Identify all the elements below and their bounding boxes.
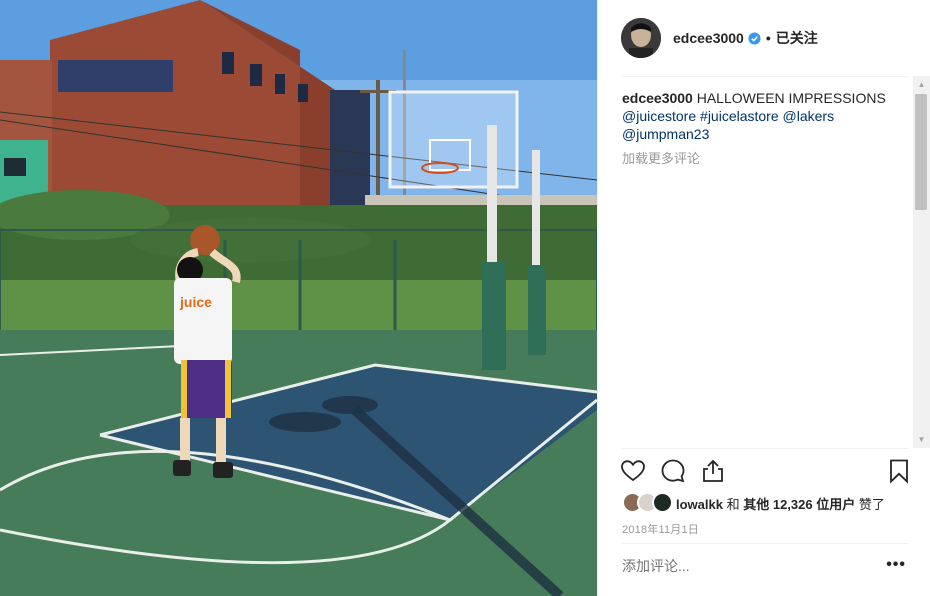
post-side-panel: edcee3000 • 已关注 edcee3000 HALLOWEEN IMPR… bbox=[597, 0, 930, 596]
post-header: edcee3000 • 已关注 bbox=[598, 0, 930, 76]
comments-scrollbar[interactable]: ▲ ▼ bbox=[913, 76, 930, 448]
likes-summary: lowalkk 和 其他 12,326 位用户 赞了 bbox=[622, 491, 885, 515]
liker-username[interactable]: lowalkk bbox=[676, 497, 723, 512]
heart-icon[interactable] bbox=[620, 458, 646, 484]
likes-others-count[interactable]: 其他 12,326 位用户 bbox=[743, 497, 855, 512]
more-options-icon[interactable]: ••• bbox=[886, 556, 906, 574]
liker-avatar[interactable] bbox=[652, 492, 673, 513]
post-photo[interactable]: juice bbox=[0, 0, 597, 596]
post-date[interactable]: 2018年11月1日 bbox=[622, 521, 699, 537]
tag-link[interactable]: #juicelastore bbox=[700, 108, 779, 124]
author-username[interactable]: edcee3000 bbox=[673, 30, 744, 46]
likes-suffix: 赞了 bbox=[858, 496, 885, 512]
scroll-down-arrow-icon[interactable]: ▼ bbox=[913, 431, 930, 448]
caption-text: HALLOWEEN IMPRESSIONS bbox=[696, 90, 886, 106]
tag-link[interactable]: @lakers bbox=[783, 108, 835, 124]
basketball-court-photo: juice bbox=[0, 0, 597, 596]
header-separator: • bbox=[765, 30, 771, 46]
add-comment-input[interactable] bbox=[622, 558, 872, 574]
caption-username[interactable]: edcee3000 bbox=[622, 90, 693, 106]
comment-divider bbox=[622, 543, 908, 544]
header-divider bbox=[622, 76, 908, 77]
follow-status-button[interactable]: 已关注 bbox=[776, 28, 818, 48]
shirt-print-text: juice bbox=[179, 294, 212, 310]
likes-joiner: 和 bbox=[726, 496, 740, 512]
bookmark-icon[interactable] bbox=[886, 458, 912, 484]
liker-avatars bbox=[622, 492, 674, 514]
post-actions-bar bbox=[620, 458, 912, 486]
verified-badge-icon bbox=[748, 31, 761, 45]
scroll-up-arrow-icon[interactable]: ▲ bbox=[913, 76, 930, 93]
comment-icon[interactable] bbox=[660, 458, 686, 484]
scrollbar-thumb[interactable] bbox=[915, 94, 927, 210]
load-more-comments-link[interactable]: 加载更多评论 bbox=[622, 150, 907, 168]
share-icon[interactable] bbox=[700, 458, 726, 484]
tag-link[interactable]: @jumpman23 bbox=[622, 126, 709, 142]
author-avatar[interactable] bbox=[621, 18, 661, 58]
likes-text: lowalkk 和 其他 12,326 位用户 赞了 bbox=[676, 494, 885, 513]
comments-section: edcee3000 HALLOWEEN IMPRESSIONS @juicest… bbox=[622, 89, 907, 168]
tag-link[interactable]: @juicestore bbox=[622, 108, 696, 124]
post-caption: edcee3000 HALLOWEEN IMPRESSIONS @juicest… bbox=[622, 89, 907, 143]
actions-divider bbox=[622, 448, 908, 449]
